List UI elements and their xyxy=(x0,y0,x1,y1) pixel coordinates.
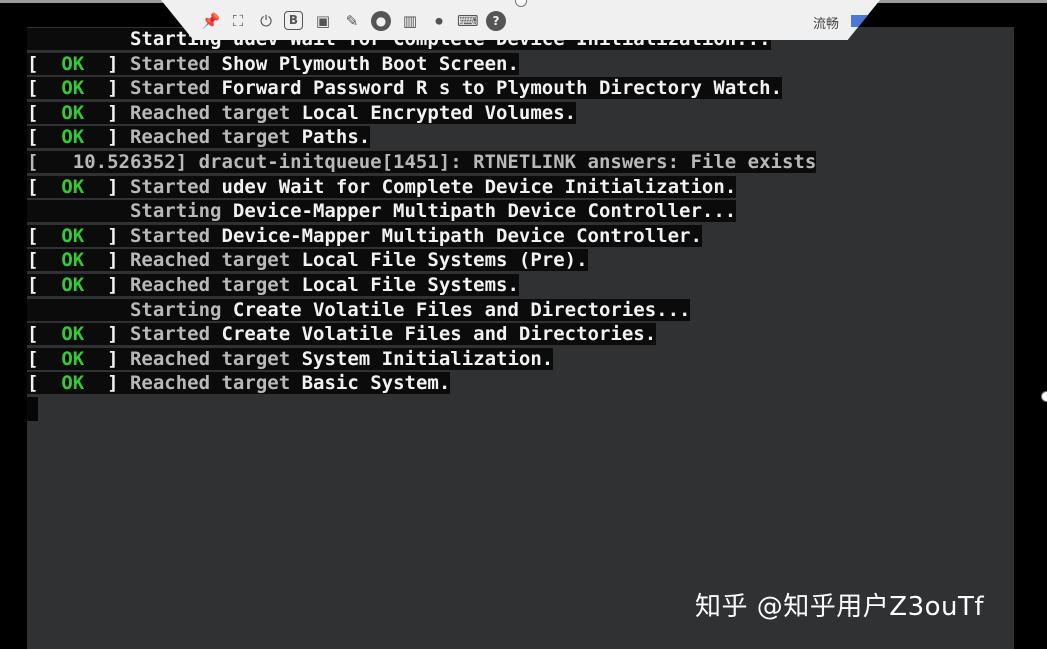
log-line: [ OK ] Started Device-Mapper Multipath D… xyxy=(27,224,1027,249)
log-line: Starting Device-Mapper Multipath Device … xyxy=(27,199,1027,224)
slider-track xyxy=(926,19,966,23)
log-text: Reached target xyxy=(129,347,302,370)
log-text: ] xyxy=(84,323,130,346)
log-text: Started xyxy=(129,224,222,247)
log-text: ] xyxy=(84,52,130,75)
log-text: Device-Mapper Multipath Device Controlle… xyxy=(232,200,737,223)
ok-status: OK xyxy=(61,347,85,370)
log-text: ] xyxy=(84,101,130,124)
log-line: [ OK ] Reached target Basic System. xyxy=(27,371,1027,396)
disc-icon[interactable]: ● xyxy=(371,11,391,31)
ok-status: OK xyxy=(61,323,85,346)
log-text: Create Volatile Files and Directories... xyxy=(232,298,691,321)
floppy-icon[interactable]: ▥ xyxy=(400,11,420,31)
log-text: [ xyxy=(27,52,62,75)
log-text: ] xyxy=(84,224,130,247)
log-text: [ xyxy=(27,249,62,272)
quality-low-label: 流畅 xyxy=(813,17,840,32)
log-text: [ xyxy=(27,126,62,149)
log-text: ] xyxy=(84,249,130,272)
log-text: Started xyxy=(129,175,222,198)
log-text: Paths. xyxy=(301,126,371,149)
log-text: Reached target xyxy=(129,126,302,149)
ok-status: OK xyxy=(61,224,85,247)
watermark: 知乎 @知乎用户Z3ouTf xyxy=(695,592,985,622)
keyboard-icon[interactable]: ⌨ xyxy=(457,11,479,31)
log-line: [ OK ] Reached target Local File Systems… xyxy=(27,273,1027,298)
text-cursor xyxy=(27,397,38,421)
log-line: [ OK ] Reached target Paths. xyxy=(27,125,1027,150)
help-icon[interactable]: ? xyxy=(486,11,506,31)
log-text: Started xyxy=(129,77,222,100)
log-text: [ xyxy=(27,347,62,370)
log-text: [ xyxy=(27,273,62,296)
boot-log: Starting udev Wait for Complete Device I… xyxy=(27,27,1027,396)
log-text: Local Encrypted Volumes. xyxy=(301,101,577,124)
log-text: ] xyxy=(84,273,130,296)
log-text: Started xyxy=(129,323,222,346)
log-text: Create Volatile Files and Directories. xyxy=(221,323,657,346)
ok-status: OK xyxy=(61,273,85,296)
ok-status: OK xyxy=(61,101,85,124)
log-text: Show Plymouth Boot Screen. xyxy=(221,52,519,75)
log-text: [ xyxy=(27,323,62,346)
bold-b-icon[interactable]: B xyxy=(284,11,303,30)
log-text: [ xyxy=(27,372,62,395)
log-text: Reached target xyxy=(129,249,302,272)
ok-status: OK xyxy=(61,372,85,395)
log-text: Starting xyxy=(129,200,233,223)
log-line: Starting Create Volatile Files and Direc… xyxy=(27,298,1027,323)
quality-slider[interactable]: ||| xyxy=(851,14,966,28)
log-line: [ OK ] Reached target System Initializat… xyxy=(27,347,1027,372)
log-text: [ xyxy=(27,101,62,124)
log-text: ] xyxy=(84,175,130,198)
log-text: Local File Systems (Pre). xyxy=(301,249,588,272)
log-text: Basic System. xyxy=(301,372,451,395)
log-line: [ OK ] Started Create Volatile Files and… xyxy=(27,322,1027,347)
log-text: [ 10.526352] dracut-initqueue[1451]: RTN… xyxy=(27,150,817,173)
log-text: Started xyxy=(129,52,222,75)
log-line: [ OK ] Started udev Wait for Complete De… xyxy=(27,175,1027,200)
log-text: ] xyxy=(84,372,130,395)
ok-status: OK xyxy=(61,52,85,75)
record-icon[interactable]: ⏺ xyxy=(429,11,449,31)
log-line: [ OK ] Started Forward Password R s to P… xyxy=(27,76,1027,101)
resize-handle[interactable] xyxy=(1041,391,1047,402)
ok-status: OK xyxy=(61,175,85,198)
log-text: Local File Systems. xyxy=(301,273,519,296)
log-text xyxy=(27,298,130,321)
log-text: [ xyxy=(27,175,62,198)
log-line: [ 10.526352] dracut-initqueue[1451]: RTN… xyxy=(27,150,1027,175)
log-text xyxy=(27,200,130,223)
screenshot-icon[interactable]: ▣ xyxy=(313,11,333,31)
fullscreen-icon[interactable]: ⛶ xyxy=(228,11,248,31)
log-text: Reached target xyxy=(129,273,302,296)
log-text: [ xyxy=(27,77,62,100)
log-text: ] xyxy=(84,347,130,370)
usb-mouse-icon[interactable]: ✎ xyxy=(342,11,362,31)
log-text: System Initialization. xyxy=(301,347,554,370)
ok-status: OK xyxy=(61,249,85,272)
slider-fill xyxy=(851,15,880,27)
log-text: ] xyxy=(84,77,130,100)
log-text: [ xyxy=(27,224,62,247)
log-text: Starting xyxy=(129,298,233,321)
log-text: Device-Mapper Multipath Device Controlle… xyxy=(221,224,702,247)
log-text: Reached target xyxy=(129,372,302,395)
ok-status: OK xyxy=(61,77,85,100)
pin-icon[interactable]: 📌 xyxy=(201,11,221,31)
ok-status: OK xyxy=(61,126,85,149)
log-line: [ OK ] Reached target Local Encrypted Vo… xyxy=(27,101,1027,126)
log-line: [ OK ] Started Show Plymouth Boot Screen… xyxy=(27,52,1027,77)
log-text: udev Wait for Complete Device Initializa… xyxy=(221,175,737,198)
log-text: ] xyxy=(84,126,130,149)
log-text: Reached target xyxy=(129,101,302,124)
log-line: [ OK ] Reached target Local File Systems… xyxy=(27,248,1027,273)
power-icon[interactable]: ⏻ xyxy=(256,11,276,31)
log-text: Forward Password R s to Plymouth Directo… xyxy=(221,77,783,100)
